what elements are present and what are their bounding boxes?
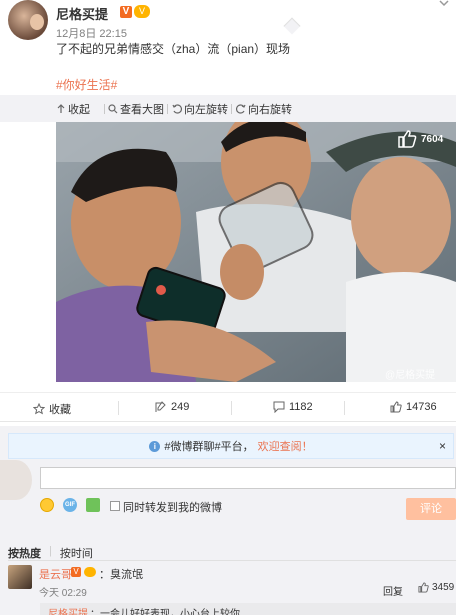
hashtag-link[interactable]: #你好生活# [56,76,117,93]
notice-banner: i #微博群聊#平台， 欢迎查阅！ [8,433,454,459]
verified-badge-icon: V [120,6,132,18]
sort-divider: | [49,545,52,557]
thumbs-up-icon [418,582,429,593]
post-timestamp[interactable]: 12月8日 22:15 [56,25,127,41]
toolbar-divider [231,104,232,114]
rotate-left-label: 向左旋转 [184,104,228,116]
gif-icon[interactable]: GIF [63,498,77,512]
sort-by-time[interactable]: 按时间 [60,545,93,561]
submit-comment-button[interactable]: 评论 [406,498,456,520]
view-large-label: 查看大图 [120,104,164,116]
photo-like-count: 7604 [421,133,444,145]
thumbs-up-icon [398,130,417,148]
rotate-right-icon [236,104,246,114]
vip-badge-icon: V [134,5,150,18]
image-upload-icon[interactable] [86,498,100,512]
comment-input[interactable] [40,467,456,489]
photo-watermark: @尼格买提 [385,370,436,381]
repost-icon [155,401,166,412]
like-button[interactable]: 14736 [390,401,437,413]
vip-badge-icon [84,567,96,577]
more-options-icon[interactable] [437,0,451,10]
info-icon: i [149,440,161,452]
photo-illustration [56,122,456,382]
post-text: 了不起的兄弟情感交（zha）流（pian）现场 [56,42,291,56]
sub-reply: 尼格买提 ：一会儿好好表现，小心台上较你 [40,603,456,615]
comment-icon [273,401,285,413]
commenter-name[interactable]: 是云哥 [39,566,72,582]
rotate-left-icon [172,104,182,114]
collapse-icon [57,104,65,113]
action-divider [344,401,345,415]
author-name[interactable]: 尼格买提 [56,4,108,23]
comment-time: 今天 02:29 [39,588,87,599]
notice-close-icon[interactable]: × [439,439,446,453]
comment-button[interactable]: 1182 [273,401,313,413]
comment-text: ：臭流氓 [99,569,143,581]
image-toolbar: 收起 查看大图 向左旋转 向右旋转 [0,95,456,122]
post-photo[interactable] [56,122,456,382]
favorite-button[interactable]: 收藏 [33,401,71,417]
toolbar-divider [167,104,168,114]
sub-reply-line: 尼格买提 ：一会儿好好表现，小心台上较你 [48,605,240,615]
sub-reply-text: ：一会儿好好表现，小心台上较你 [90,609,240,615]
star-icon [33,403,45,415]
author-avatar[interactable] [8,0,48,40]
favorite-label: 收藏 [49,404,71,416]
verified-badge-icon: V [71,567,81,577]
rotate-right-label: 向右旋转 [248,104,292,116]
commenter-avatar[interactable] [8,565,32,589]
repost-count: 249 [171,401,190,413]
thumbs-up-icon [390,401,402,413]
sort-by-hot[interactable]: 按热度 [8,545,41,561]
comment-reply-button[interactable]: 回复 [383,583,403,598]
magnifier-icon [108,104,118,114]
notice-text: #微博群聊#平台， [164,441,254,453]
repost-checkbox-label: 同时转发到我的微博 [123,502,222,514]
photo-like-overlay[interactable]: 7604 [397,129,443,149]
comment-like-count: 3459 [432,582,455,593]
comment-count: 1182 [289,401,313,413]
current-user-avatar [0,460,32,500]
repost-button[interactable]: 249 [155,401,189,413]
notice-highlight[interactable]: 欢迎查阅！ [258,438,313,454]
sub-reply-name[interactable]: 尼格买提 [48,605,88,615]
emoji-icon[interactable] [40,498,54,512]
comment-like-button[interactable]: 3459 [418,582,454,593]
collapse-button[interactable]: 收起 [56,101,90,117]
rotate-left-button[interactable]: 向左旋转 [172,101,228,117]
rotate-right-button[interactable]: 向右旋转 [236,101,292,117]
action-divider [231,401,232,415]
comment-sort-bar: 按热度 | 按时间 [8,545,93,561]
collapse-label: 收起 [68,104,90,116]
action-bar: 收藏 249 1182 14736 [0,392,456,422]
action-divider [118,401,119,415]
view-large-button[interactable]: 查看大图 [108,101,164,117]
like-count: 14736 [406,401,437,413]
repost-checkbox[interactable] [110,501,120,511]
sort-divider-line [8,560,456,561]
toolbar-divider [104,104,105,114]
